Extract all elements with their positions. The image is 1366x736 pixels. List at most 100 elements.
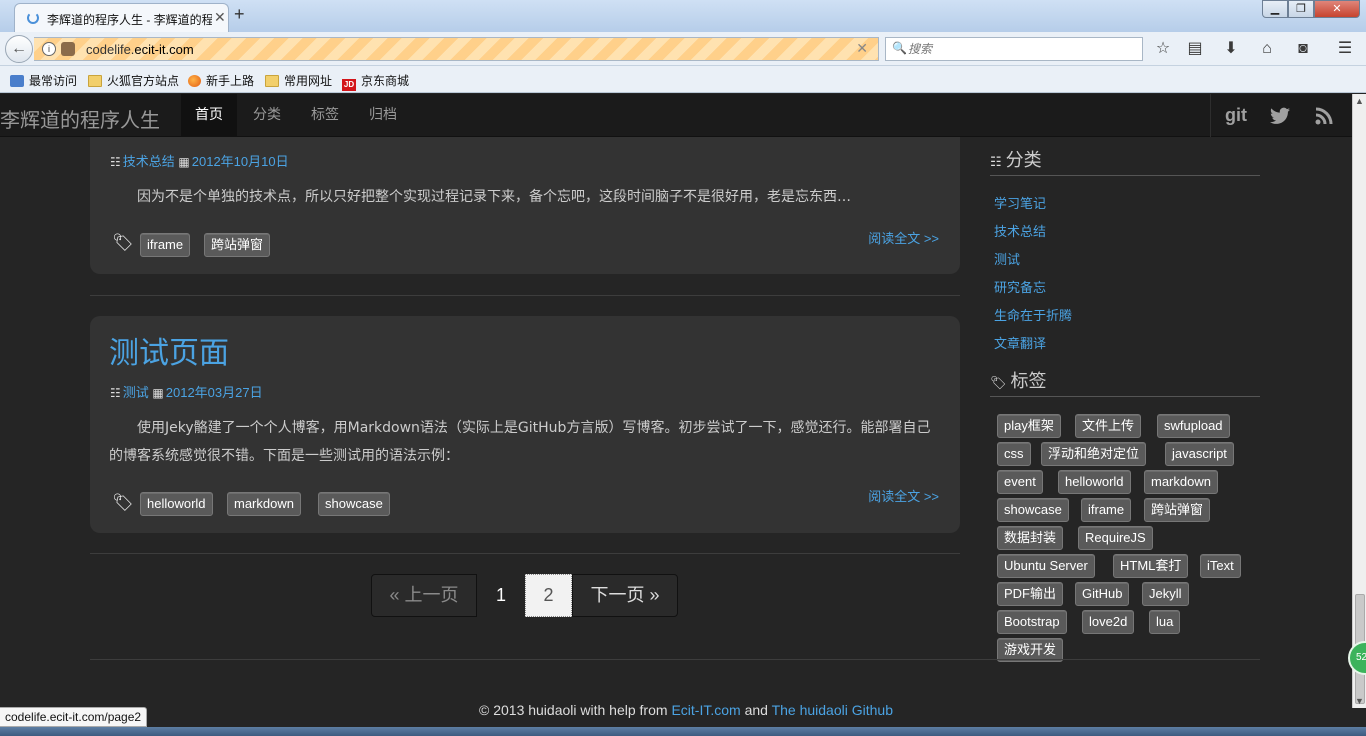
post-meta: ☷ 技术总结 ▦ 2012年10月10日 — [110, 151, 289, 170]
most-visited-icon — [10, 75, 24, 87]
read-more-link[interactable]: 阅读全文 >> — [868, 486, 939, 505]
sidebar-tag[interactable]: lua — [1149, 610, 1181, 634]
post-tag[interactable]: 跨站弹窗 — [204, 233, 271, 257]
post-date-link[interactable]: 2012年03月27日 — [166, 385, 263, 400]
window-maximize-button[interactable]: ❐ — [1288, 0, 1314, 18]
scroll-up-icon[interactable]: ▲ — [1355, 96, 1364, 106]
jd-icon: JD — [342, 79, 356, 91]
category-link[interactable]: 学习笔记 — [994, 193, 1046, 212]
footer-divider — [90, 659, 1260, 660]
post-category-link[interactable]: 测试 — [123, 385, 149, 400]
url-bar[interactable]: i codelife.ecit-it.com ✕ — [34, 37, 879, 61]
sidebar-tag[interactable]: markdown — [1144, 470, 1218, 494]
sidebar-tag[interactable]: Jekyll — [1142, 582, 1189, 606]
home-icon[interactable]: ⌂ — [1256, 38, 1278, 60]
sidebar-tag[interactable]: iText — [1200, 554, 1241, 578]
bookmark-star-icon[interactable]: ☆ — [1152, 38, 1174, 60]
read-more-link[interactable]: 阅读全文 >> — [868, 228, 939, 247]
post-tag[interactable]: iframe — [140, 233, 191, 257]
scroll-down-icon[interactable]: ▼ — [1355, 696, 1364, 706]
nav-categories[interactable]: 分类 — [239, 94, 295, 137]
search-input[interactable] — [908, 40, 1128, 58]
site-footer: © 2013 huidaoli with help from Ecit-IT.c… — [0, 702, 1352, 718]
site-brand[interactable]: 李辉道的程序人生 — [0, 104, 160, 133]
nav-home[interactable]: 首页 — [181, 94, 237, 137]
download-icon[interactable]: ⬇ — [1220, 38, 1242, 60]
pagination-page-2[interactable]: 2 — [525, 574, 572, 617]
sidebar-tag[interactable]: play框架 — [997, 414, 1061, 438]
page-scrollbar[interactable]: ▲ ▼ — [1352, 94, 1366, 708]
browser-tab[interactable]: 李辉道的程序人生 - 李辉道的程序人生 ✕ — [14, 3, 229, 32]
sidebar-tag[interactable]: 跨站弹窗 — [1144, 498, 1211, 522]
bookmark-jd[interactable]: JD 京东商城 — [342, 72, 409, 91]
post-meta: ☷ 测试 ▦ 2012年03月27日 — [110, 382, 263, 401]
folder-icon — [88, 75, 102, 87]
category-link[interactable]: 技术总结 — [994, 221, 1046, 240]
post-card: ☷ 技术总结 ▦ 2012年10月10日 因为不是个单独的技术点，所以只好把整个实现… — [90, 137, 960, 274]
greasemonkey-icon[interactable] — [61, 42, 75, 56]
category-link[interactable]: 生命在于折腾 — [994, 305, 1072, 324]
bookmark-common-sites[interactable]: 常用网址 — [265, 72, 332, 89]
post-date-link[interactable]: 2012年10月10日 — [192, 154, 289, 169]
post-tag[interactable]: markdown — [227, 492, 301, 516]
pagination-next[interactable]: 下一页 » — [572, 574, 678, 617]
twitter-icon[interactable] — [1260, 100, 1300, 130]
bookmark-label: 常用网址 — [284, 74, 333, 88]
window-close-button[interactable]: ✕ — [1314, 0, 1360, 18]
back-arrow-icon[interactable]: ← — [5, 35, 33, 63]
sidebar-tag[interactable]: HTML套打 — [1113, 554, 1189, 578]
category-link[interactable]: 研究备忘 — [994, 277, 1046, 296]
search-icon: 🔍 — [892, 41, 907, 55]
sidebar-tag[interactable]: 浮动和绝对定位 — [1041, 442, 1147, 466]
sidebar-tag[interactable]: GitHub — [1075, 582, 1130, 606]
sidebar-tag[interactable]: love2d — [1082, 610, 1135, 634]
category-link[interactable]: 文章翻译 — [994, 333, 1046, 352]
pocket-icon[interactable]: ◙ — [1292, 38, 1314, 60]
stop-loading-icon[interactable]: ✕ — [856, 40, 868, 57]
reading-list-icon[interactable]: ▤ — [1184, 38, 1206, 60]
sidebar-tag[interactable]: 文件上传 — [1075, 414, 1142, 438]
sidebar-tag[interactable]: 数据封装 — [997, 526, 1064, 550]
pagination-prev[interactable]: « 上一页 — [371, 574, 477, 617]
sidebar-tag[interactable]: Bootstrap — [997, 610, 1067, 634]
post-title[interactable]: 测试页面 — [109, 328, 229, 372]
sidebar-tag[interactable]: css — [997, 442, 1031, 466]
bookmark-firefox-official[interactable]: 火狐官方站点 — [88, 72, 179, 89]
sidebar-tag[interactable]: iframe — [1081, 498, 1132, 522]
post-excerpt: 因为不是个单独的技术点，所以只好把整个实现过程记录下来，备个忘吧，这段时间脑子不… — [137, 189, 851, 205]
rss-icon[interactable] — [1304, 100, 1344, 130]
nav-archive[interactable]: 归档 — [355, 94, 411, 137]
post-card: 测试页面 ☷ 测试 ▦ 2012年03月27日 使用Jeky骼建了一个个人博客，用M… — [90, 316, 960, 533]
floating-counter-badge[interactable]: 52 — [1348, 641, 1366, 675]
sidebar-tag[interactable]: event — [997, 470, 1043, 494]
tab-close-icon[interactable]: ✕ — [214, 9, 226, 26]
category-link[interactable]: 测试 — [994, 249, 1020, 268]
post-category-link[interactable]: 技术总结 — [123, 154, 175, 169]
post-tag[interactable]: helloworld — [140, 492, 213, 516]
menu-icon[interactable]: ☰ — [1334, 38, 1356, 60]
new-tab-button[interactable]: + — [234, 4, 245, 25]
search-box[interactable]: 🔍 — [885, 37, 1143, 61]
sidebar-tag[interactable]: showcase — [997, 498, 1069, 522]
bookmark-getting-started[interactable]: 新手上路 — [188, 72, 254, 89]
site-navbar: 李辉道的程序人生 首页 分类 标签 归档 git — [0, 94, 1352, 137]
sidebar-tag[interactable]: swfupload — [1157, 414, 1230, 438]
pagination-page-1[interactable]: 1 — [477, 574, 525, 617]
sidebar-tag[interactable]: PDF输出 — [997, 582, 1064, 606]
sidebar-tag[interactable]: helloworld — [1058, 470, 1131, 494]
bookmark-label: 新手上路 — [206, 74, 255, 88]
sidebar-tag[interactable]: javascript — [1165, 442, 1234, 466]
site-info-icon[interactable]: i — [42, 42, 56, 56]
post-excerpt: 使用Jeky骼建了一个个人博客，用Markdown语法（实际上是GitHub方言… — [109, 420, 931, 464]
footer-link-github[interactable]: The huidaoli Github — [772, 702, 893, 718]
bookmark-most-visited[interactable]: 最常访问 — [10, 72, 77, 89]
firefox-icon — [188, 75, 201, 87]
sidebar-tag[interactable]: Ubuntu Server — [997, 554, 1095, 578]
footer-link-ecit[interactable]: Ecit-IT.com — [671, 702, 740, 718]
git-icon[interactable]: git — [1216, 100, 1256, 130]
sidebar-tag[interactable]: RequireJS — [1078, 526, 1153, 550]
nav-tags[interactable]: 标签 — [297, 94, 353, 137]
window-minimize-button[interactable]: ▁ — [1262, 0, 1288, 18]
post-tag[interactable]: showcase — [318, 492, 390, 516]
url-text[interactable]: codelife.ecit-it.com — [86, 42, 194, 57]
